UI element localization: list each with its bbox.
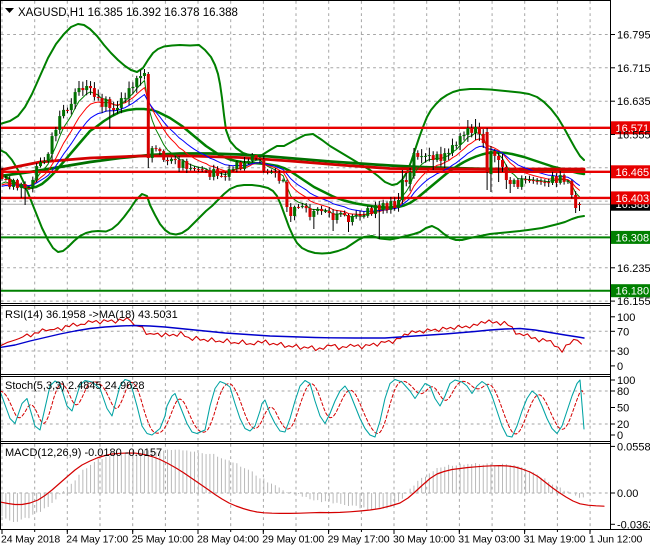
svg-text:0: 0 — [617, 430, 623, 442]
svg-text:70: 70 — [617, 326, 629, 338]
svg-text:16.555: 16.555 — [617, 130, 650, 142]
svg-text:16.235: 16.235 — [617, 263, 650, 275]
svg-text:16.635: 16.635 — [617, 96, 650, 108]
svg-text:0.0558: 0.0558 — [617, 441, 650, 453]
svg-text:RSI(14) 36.1958 ->MA(18) 43.5: RSI(14) 36.1958 ->MA(18) 43.5031 — [5, 309, 178, 321]
svg-text:1 Jun 12:00: 1 Jun 12:00 — [589, 534, 643, 546]
svg-text:0.00: 0.00 — [617, 488, 638, 500]
svg-text:XAGUSD,H1 16.385 16.392 16.37: XAGUSD,H1 16.385 16.392 16.378 16.388 — [18, 7, 238, 19]
svg-text:30 May 10:00: 30 May 10:00 — [393, 534, 455, 546]
svg-text:16.308: 16.308 — [616, 232, 650, 244]
svg-text:100: 100 — [617, 312, 635, 324]
svg-text:24 May 2018: 24 May 2018 — [1, 534, 60, 546]
svg-text:MACD(12,26,9) -0.0180 -0.0157: MACD(12,26,9) -0.0180 -0.0157 — [5, 447, 162, 459]
svg-text:29 May 17:00: 29 May 17:00 — [328, 534, 390, 546]
svg-text:29 May 01:00: 29 May 01:00 — [262, 534, 324, 546]
svg-text:-0.0363: -0.0363 — [617, 519, 650, 531]
svg-text:31 May 19:00: 31 May 19:00 — [524, 534, 586, 546]
svg-text:0: 0 — [617, 361, 623, 373]
svg-text:16.403: 16.403 — [616, 193, 650, 205]
svg-text:30: 30 — [617, 346, 629, 358]
svg-text:25 May 10:00: 25 May 10:00 — [132, 534, 194, 546]
svg-text:Stoch(5,3,3) 2.4845 24.9628: Stoch(5,3,3) 2.4845 24.9628 — [5, 380, 144, 392]
svg-text:16.795: 16.795 — [617, 30, 650, 42]
svg-text:16.465: 16.465 — [616, 167, 650, 179]
svg-text:31 May 03:00: 31 May 03:00 — [458, 534, 520, 546]
svg-text:50: 50 — [617, 403, 629, 415]
svg-text:80: 80 — [617, 386, 629, 398]
svg-text:24 May 17:00: 24 May 17:00 — [66, 534, 128, 546]
svg-text:16.155: 16.155 — [617, 296, 650, 308]
svg-text:16.715: 16.715 — [617, 63, 650, 75]
svg-text:28 May 04:00: 28 May 04:00 — [197, 534, 259, 546]
